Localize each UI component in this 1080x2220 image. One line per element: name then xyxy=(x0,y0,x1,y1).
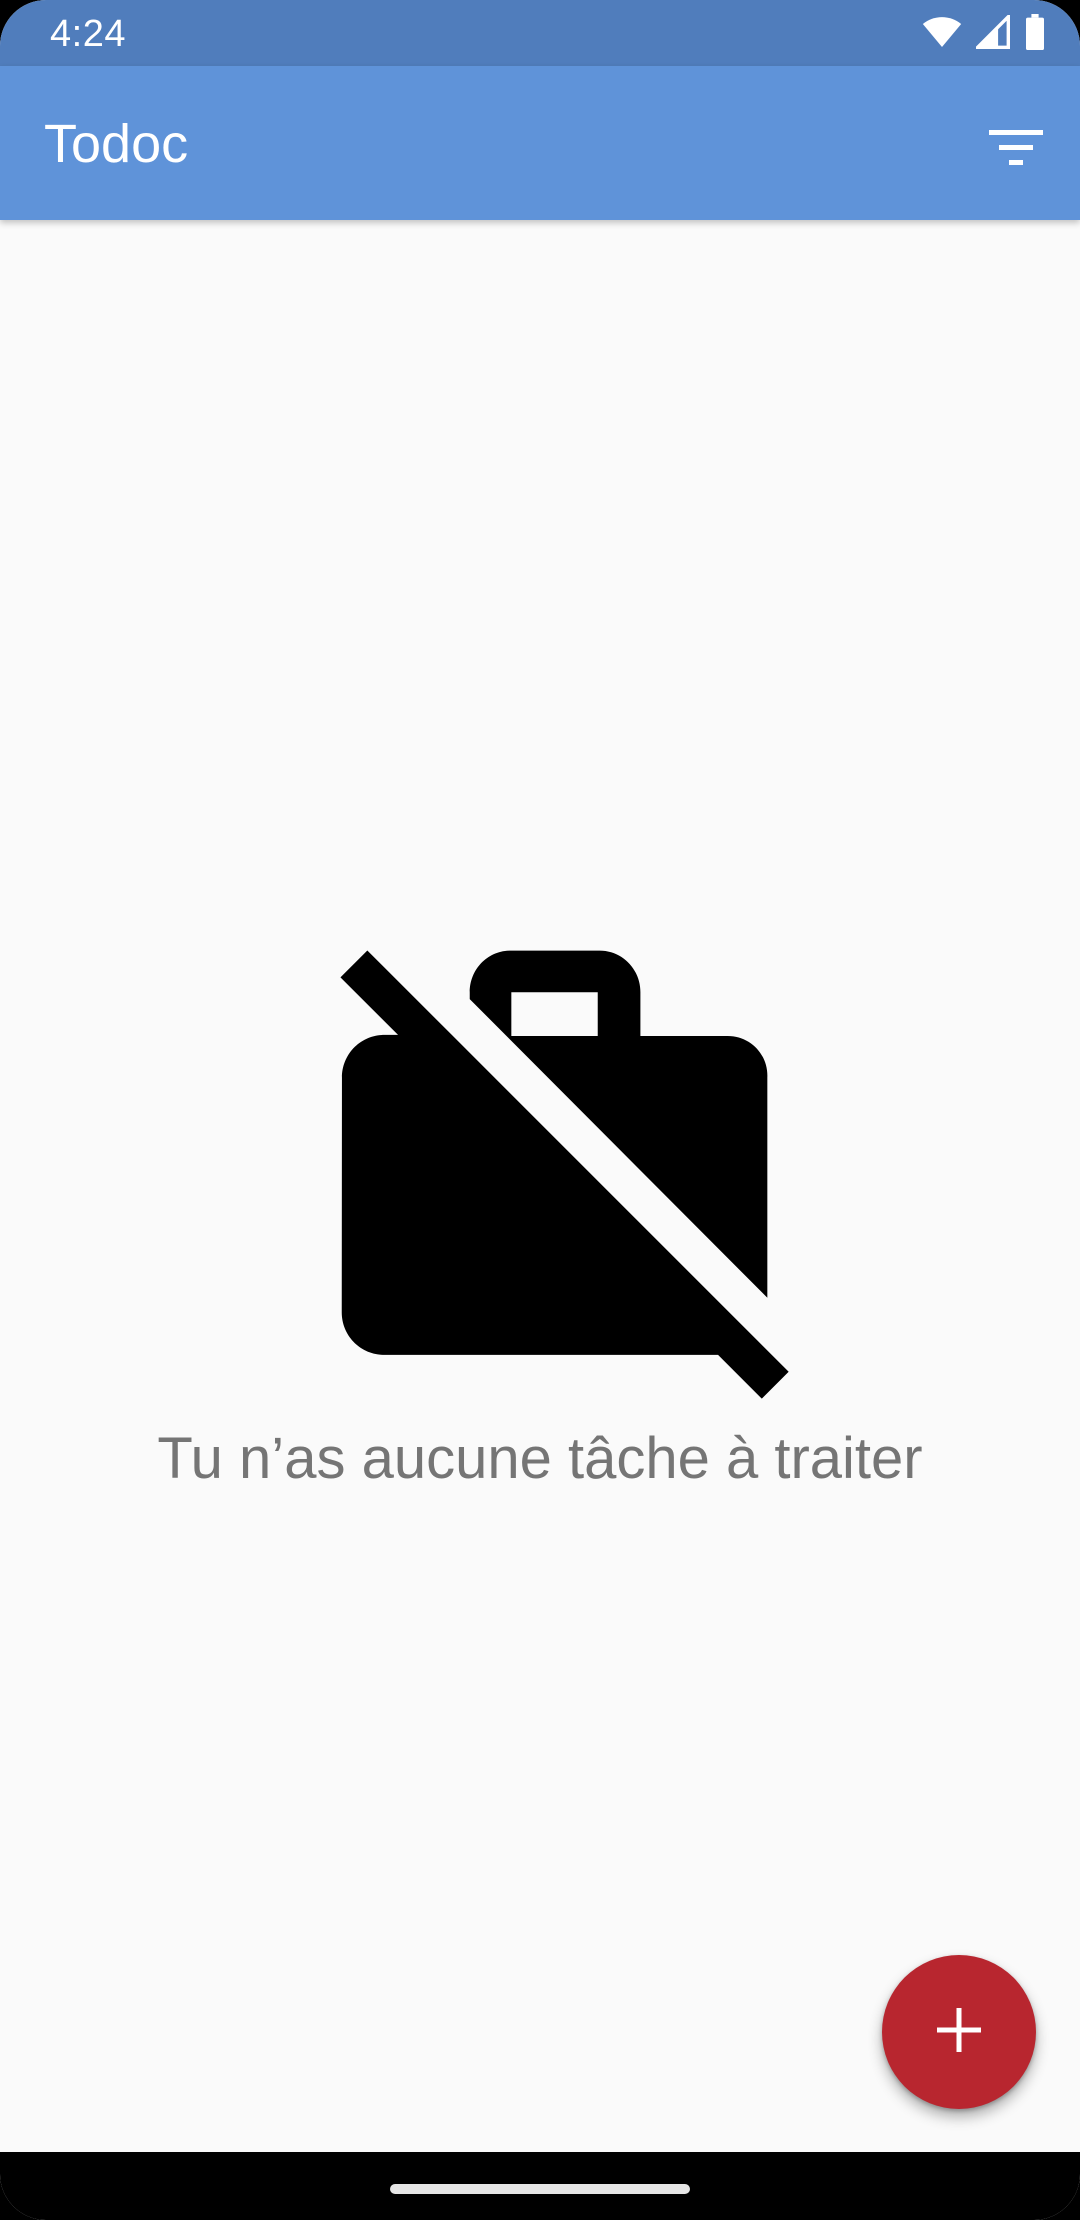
filter-list-icon xyxy=(989,128,1043,173)
add-task-button[interactable] xyxy=(882,1955,1036,2109)
home-gesture-handle[interactable] xyxy=(390,2184,690,2194)
app-title: Todoc xyxy=(44,114,189,174)
cell-signal-icon xyxy=(973,12,1010,54)
device-screen: 4:24 Todoc Tu n’as aucune tâche à traite… xyxy=(0,0,1080,2220)
app-bar: Todoc xyxy=(0,66,1080,220)
navigation-bar xyxy=(0,2152,1080,2220)
status-time: 4:24 xyxy=(50,13,126,55)
sort-button[interactable] xyxy=(976,110,1056,190)
status-icons xyxy=(922,12,1046,55)
work-off-icon xyxy=(298,908,810,1420)
empty-state-message: Tu n’as aucune tâche à traiter xyxy=(157,1426,923,1491)
status-bar: 4:24 xyxy=(0,0,1080,66)
battery-icon xyxy=(1024,13,1046,55)
wifi-icon xyxy=(922,15,962,54)
add-icon xyxy=(937,2007,981,2057)
